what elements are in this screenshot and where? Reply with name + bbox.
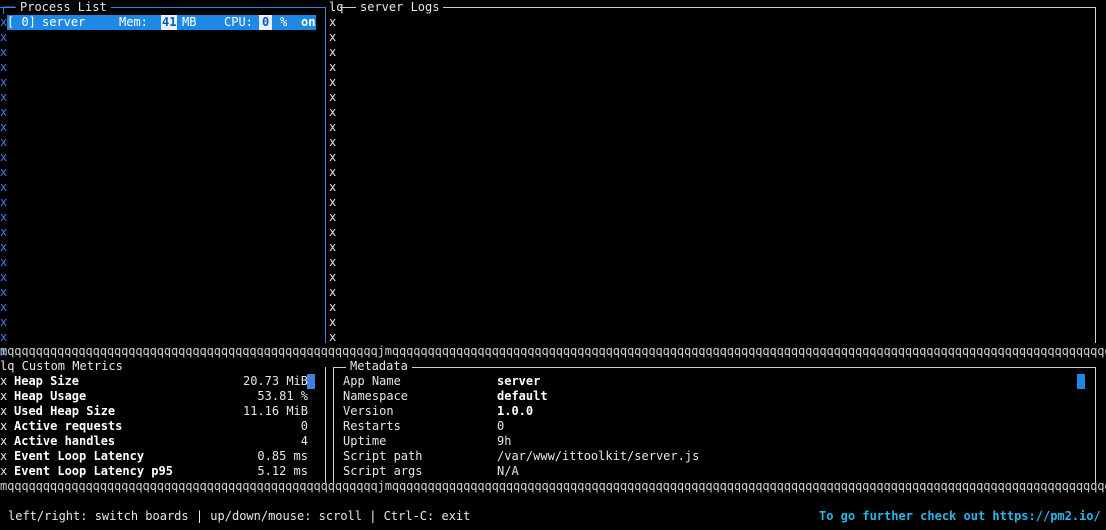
- metadata-row: App Name server: [343, 374, 1083, 389]
- process-row-server[interactable]: [ 0] server Mem: 41 MB CPU: 0 % on: [7, 15, 316, 30]
- metric-value: 20.73 MiB: [242, 374, 308, 388]
- metric-row: x Heap Size 20.73 MiB: [0, 374, 308, 388]
- keyboard-help: left/right: switch boards | up/down/mous…: [8, 509, 471, 523]
- metadata-key: Namespace: [343, 389, 409, 403]
- process-name: server: [42, 15, 86, 29]
- metadata-value: N/A: [497, 464, 519, 478]
- metric-value: 5.12 ms: [257, 464, 308, 478]
- process-status: on: [301, 15, 316, 29]
- metadata-key: Script path: [343, 449, 423, 463]
- metrics-title: lq Custom Metrics: [0, 359, 123, 374]
- metric-name: Event Loop Latency p95: [14, 464, 173, 478]
- metric-name: Used Heap Size: [14, 404, 116, 418]
- metadata-row: Version 1.0.0: [343, 404, 1083, 419]
- metric-row: x Event Loop Latency p95 5.12 ms: [0, 464, 308, 478]
- metadata-key: Restarts: [343, 419, 401, 433]
- cpu-unit: %: [280, 15, 288, 29]
- metric-value: 0: [300, 419, 308, 433]
- cpu-label: CPU:: [224, 15, 253, 29]
- process-list-panel[interactable]: [0, 7, 326, 343]
- mem-unit: MB: [182, 15, 197, 29]
- metadata-value: default: [497, 389, 548, 403]
- metric-name: Active requests: [14, 419, 123, 433]
- pm2-link[interactable]: To go further check out https://pm2.io/: [819, 509, 1101, 524]
- mem-value: 41: [161, 15, 178, 30]
- logs-right-border: [1095, 7, 1096, 343]
- metadata-value: 9h: [497, 434, 512, 448]
- metric-name: Event Loop Latency: [14, 449, 145, 463]
- metadata-top-border: [334, 367, 1096, 368]
- metric-name: Active handles: [14, 434, 116, 448]
- metadata-row: Script path /var/www/ittoolkit/server.js: [343, 449, 1083, 464]
- process-id: [ 0]: [7, 15, 36, 29]
- process-list-corner: ┌─: [0, 0, 15, 14]
- panel-separator-top: mqqqqqqqqqqqqqqqqqqqqqqqqqqqqqqqqqqqqqqq…: [0, 344, 1106, 358]
- process-list-title: Process List: [16, 0, 111, 15]
- metric-value: 4: [300, 434, 308, 448]
- metadata-key: App Name: [343, 374, 401, 388]
- metadata-value: 0: [497, 419, 505, 433]
- metric-name: Heap Size: [14, 374, 80, 388]
- panel-separator-bottom: mqqqqqqqqqqqqqqqqqqqqqqqqqqqqqqqqqqqqqqq…: [0, 479, 1106, 493]
- metadata-value: /var/www/ittoolkit/server.js: [497, 449, 700, 463]
- metric-value: 0.85 ms: [257, 449, 308, 463]
- metric-value: 11.16 MiB: [242, 404, 308, 418]
- metric-row: x Active handles 4: [0, 434, 308, 448]
- metadata-row: Script args N/A: [343, 464, 1083, 479]
- metadata-row: Namespace default: [343, 389, 1083, 404]
- metadata-row: Restarts 0: [343, 419, 1083, 434]
- metadata-key: Version: [343, 404, 394, 418]
- metric-row: x Used Heap Size 11.16 MiB: [0, 404, 308, 418]
- metadata-right-border: [1095, 367, 1096, 483]
- metric-row: x Heap Usage 53.81 %: [0, 389, 308, 403]
- metric-value: 53.81 %: [257, 389, 308, 403]
- metadata-value: server: [497, 374, 541, 388]
- metadata-row: Uptime 9h: [343, 434, 1083, 449]
- metadata-key: Uptime: [343, 434, 387, 448]
- logs-top-border: [340, 7, 1096, 8]
- logs-title: server Logs: [356, 0, 444, 15]
- metadata-title: Metadata: [346, 359, 412, 374]
- metric-row: x Event Loop Latency 0.85 ms: [0, 449, 308, 463]
- metric-row: x Active requests 0: [0, 419, 308, 433]
- logs-content[interactable]: x x x x x x x x x x x x x x x x x x x x …: [329, 15, 336, 345]
- metadata-left-border: [333, 367, 334, 483]
- metric-name: Heap Usage: [14, 389, 87, 403]
- process-list-left-border: x x x x x x x x x x x x x x x x x x x x …: [0, 30, 8, 359]
- mem-label: Mem:: [119, 15, 148, 29]
- metadata-value: 1.0.0: [497, 404, 534, 418]
- metadata-key: Script args: [343, 464, 423, 478]
- cpu-value: 0: [259, 15, 273, 30]
